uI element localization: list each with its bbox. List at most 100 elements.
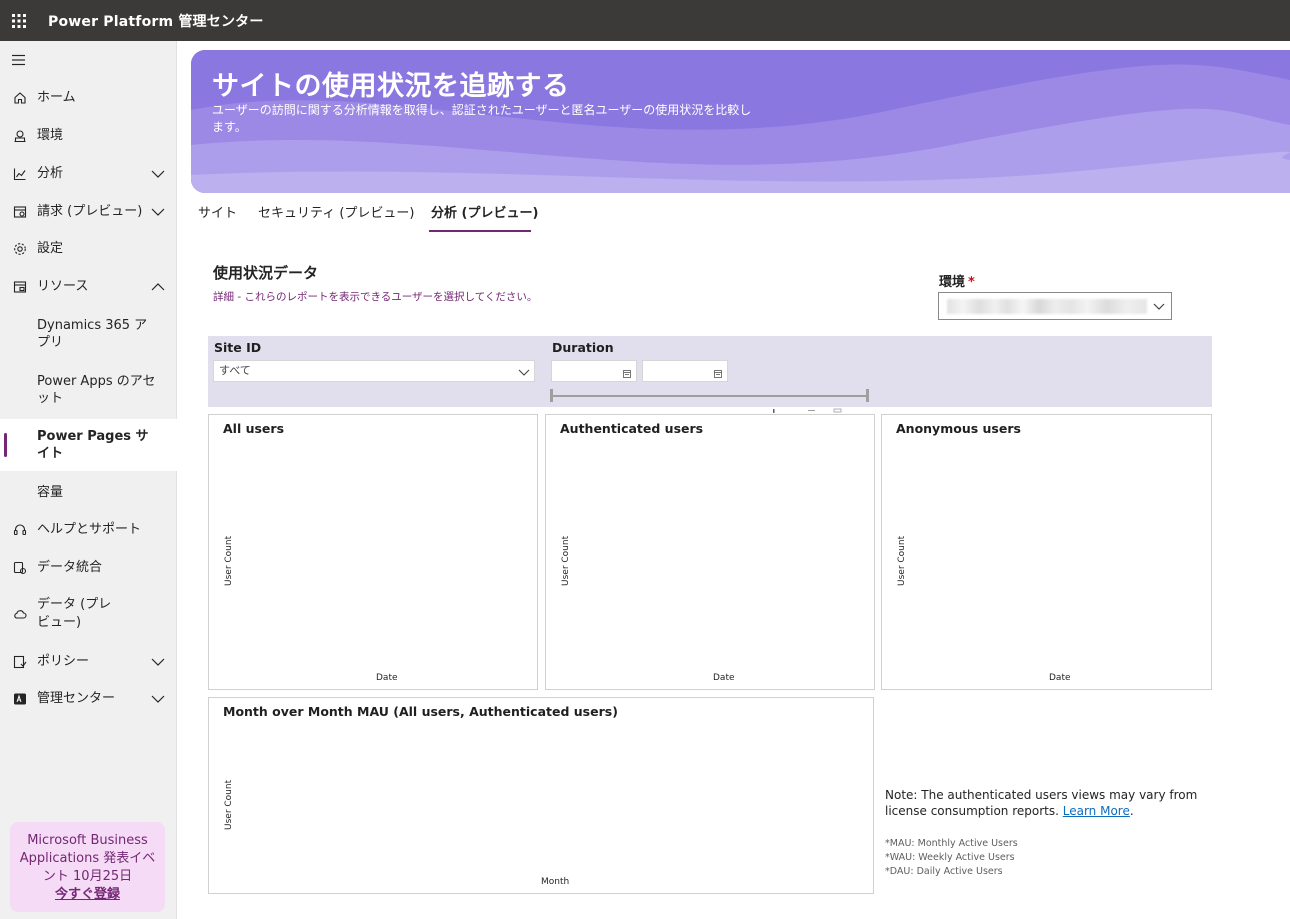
chart-title: Anonymous users	[896, 421, 1021, 436]
sidebar-item-label: データ統合	[37, 560, 103, 575]
billing-icon	[12, 204, 28, 220]
dau-abbreviation: *DAU: Daily Active Users	[885, 866, 1003, 877]
resources-icon	[12, 279, 28, 295]
sidebar-item-home[interactable]: ホーム	[0, 87, 177, 109]
duration-slider-start-handle[interactable]	[550, 389, 553, 402]
sidebar-item-power-apps-assets[interactable]: Power Apps のアセット	[0, 371, 177, 409]
sidebar-item-label: 容量	[37, 484, 64, 500]
learn-more-link[interactable]: Learn More	[1063, 804, 1130, 818]
app-launcher-icon[interactable]	[0, 0, 38, 41]
sidebar-item-label: 分析	[37, 166, 64, 181]
sidebar-item-label: 設定	[37, 241, 64, 256]
chevron-down-icon[interactable]	[150, 654, 166, 670]
promo-line: ント 10月25日	[42, 869, 133, 884]
headset-icon	[12, 522, 28, 538]
report-description[interactable]: 詳細 - これらのレポートを表示できるユーザーを選択してください。	[213, 289, 537, 304]
chart-y-axis-label: User Count	[561, 535, 571, 586]
chart-card-all-users[interactable]: All users User Count Date	[208, 414, 538, 690]
sidebar-item-settings[interactable]: 設定	[0, 238, 177, 260]
end-date-input[interactable]	[642, 360, 728, 382]
chart-x-axis-label: Date	[713, 673, 735, 683]
policy-icon	[12, 654, 28, 670]
chart-y-axis-label: User Count	[897, 535, 907, 586]
chevron-down-icon	[1153, 300, 1165, 315]
sidebar-item-label: リソース	[37, 279, 89, 294]
chart-card-anonymous-users[interactable]: Anonymous users User Count Date	[881, 414, 1212, 690]
chevron-down-icon[interactable]	[150, 691, 166, 707]
sidebar-item-label: Power Apps のアセット	[37, 374, 156, 406]
page-title: サイトの使用状況を追跡する	[212, 71, 570, 102]
active-tab-underline	[429, 230, 531, 232]
duration-slider-track[interactable]	[551, 395, 868, 397]
site-id-dropdown[interactable]: すべて	[213, 360, 535, 382]
site-id-value: すべて	[219, 364, 251, 377]
chart-x-axis-label: Month	[541, 877, 570, 887]
sidebar-item-label: Power Pages サイト	[37, 429, 149, 461]
home-icon	[12, 90, 28, 106]
tab-analytics[interactable]: 分析 (プレビュー)	[431, 205, 538, 223]
hamburger-menu-icon[interactable]	[11, 54, 29, 68]
sidebar-item-analytics[interactable]: 分析	[0, 163, 177, 185]
gear-icon	[12, 241, 28, 257]
sidebar-item-label: 環境	[37, 128, 64, 143]
environments-icon	[12, 128, 28, 144]
analytics-icon	[12, 166, 28, 182]
cloud-data-icon	[12, 606, 28, 622]
sidebar-item-label: ホーム	[37, 90, 76, 105]
chevron-up-icon[interactable]	[150, 279, 166, 295]
sidebar-item-label: ポリシー	[37, 654, 90, 669]
tab-security[interactable]: セキュリティ (プレビュー)	[258, 205, 415, 223]
sidebar-item-data-preview[interactable]: データ (プレビュー)	[0, 595, 177, 633]
chevron-down-icon[interactable]	[150, 204, 166, 220]
data-integration-icon	[12, 560, 28, 576]
top-bar: Power Platform 管理センター	[0, 0, 1290, 41]
event-promo-banner: Microsoft Business Applications 発表イベ ント …	[10, 822, 165, 912]
chart-x-axis-label: Date	[376, 673, 398, 683]
promo-line: Applications 発表イベ	[19, 851, 156, 866]
chart-title: Month over Month MAU (All users, Authent…	[223, 704, 618, 719]
register-now-link[interactable]: 今すぐ登録	[10, 886, 165, 904]
environment-dropdown[interactable]	[938, 292, 1172, 320]
report-filters: Site ID すべて Duration	[208, 336, 1212, 407]
chart-x-axis-label: Date	[1049, 673, 1071, 683]
sidebar-item-billing[interactable]: 請求 (プレビュー)	[0, 201, 177, 223]
sidebar-item-capacity[interactable]: 容量	[0, 481, 177, 503]
sidebar-item-power-pages-sites[interactable]: Power Pages サイト	[0, 419, 177, 471]
sidebar-item-dynamics-365-apps[interactable]: Dynamics 365 アプリ	[0, 315, 177, 353]
chart-card-authenticated-users[interactable]: Authenticated users User Count Date	[545, 414, 875, 690]
sidebar-item-data-integration[interactable]: データ統合	[0, 557, 177, 579]
sidebar-item-label: 請求 (プレビュー)	[37, 204, 143, 219]
sidebar-item-label: データ (プレビュー)	[37, 597, 112, 630]
admin-center-icon	[12, 691, 28, 707]
start-date-input[interactable]	[551, 360, 637, 382]
chart-y-axis-label: User Count	[224, 779, 234, 830]
chevron-down-icon[interactable]	[150, 166, 166, 182]
chart-title: All users	[223, 421, 285, 436]
sidebar-item-policies[interactable]: ポリシー	[0, 651, 177, 673]
sidebar-item-admin-centers[interactable]: 管理センター	[0, 688, 177, 710]
site-id-label: Site ID	[214, 340, 262, 355]
page-subtitle: ユーザーの訪問に関する分析情報を取得し、認証されたユーザーと匿名ユーザーの使用状…	[212, 103, 752, 134]
sidebar-item-help-support[interactable]: ヘルプとサポート	[0, 519, 177, 541]
sidebar-item-label: 管理センター	[37, 691, 116, 706]
required-marker: *	[968, 275, 975, 290]
environment-value-redacted	[947, 299, 1147, 314]
chart-card-mau-month-over-month[interactable]: Month over Month MAU (All users, Authent…	[208, 697, 874, 894]
tab-sites[interactable]: サイト	[198, 205, 237, 223]
environment-label: 環境 *	[939, 275, 975, 290]
chart-y-axis-label: User Count	[224, 535, 234, 586]
sidebar-item-environments[interactable]: 環境	[0, 125, 177, 147]
active-indicator	[4, 433, 7, 457]
sidebar-item-label: Dynamics 365 アプリ	[37, 318, 148, 350]
report-title: 使用状況データ	[213, 264, 319, 282]
duration-slider-end-handle[interactable]	[866, 389, 869, 402]
sidebar-item-label: ヘルプとサポート	[37, 522, 142, 537]
sidebar-item-resources[interactable]: リソース	[0, 276, 177, 298]
promo-line: Microsoft Business	[27, 833, 148, 848]
mau-abbreviation: *MAU: Monthly Active Users	[885, 838, 1018, 849]
duration-label: Duration	[552, 340, 614, 355]
hero-banner: サイトの使用状況を追跡する ユーザーの訪問に関する分析情報を取得し、認証されたユ…	[191, 50, 1290, 193]
calendar-icon[interactable]	[623, 367, 631, 382]
calendar-icon[interactable]	[714, 367, 722, 382]
app-title[interactable]: Power Platform 管理センター	[48, 11, 264, 31]
